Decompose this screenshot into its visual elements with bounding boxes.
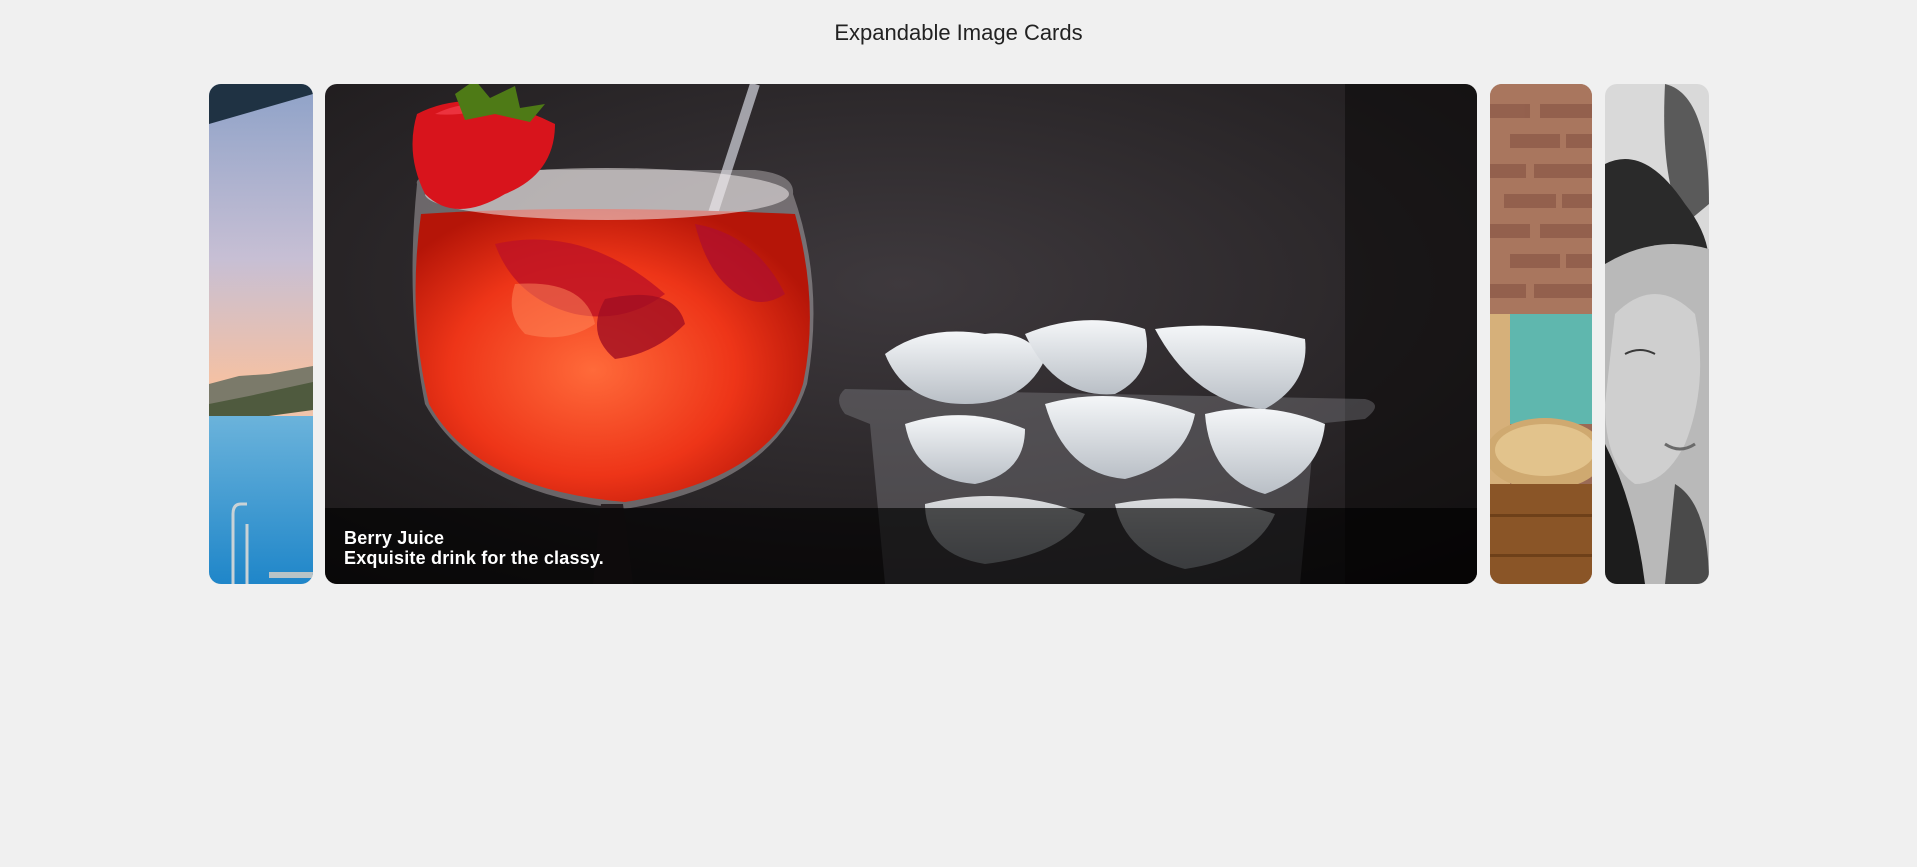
image-cards-container: Berry Juice Exquisite drink for the clas… [209, 84, 1709, 584]
card-title: Berry Juice [344, 528, 445, 548]
page-title: Expandable Image Cards [834, 20, 1083, 45]
card-caption: Berry Juice Exquisite drink for the clas… [325, 508, 1477, 584]
image-card-cafe[interactable] [1490, 84, 1592, 584]
pool-sunset-image [209, 84, 313, 584]
image-card-couple[interactable] [1605, 84, 1709, 584]
couple-bw-image [1605, 84, 1709, 584]
image-card-berry-juice[interactable]: Berry Juice Exquisite drink for the clas… [325, 84, 1477, 584]
cafe-table-image [1490, 84, 1592, 584]
image-card-pool[interactable] [209, 84, 313, 584]
card-subtitle: Exquisite drink for the classy. [344, 548, 604, 568]
